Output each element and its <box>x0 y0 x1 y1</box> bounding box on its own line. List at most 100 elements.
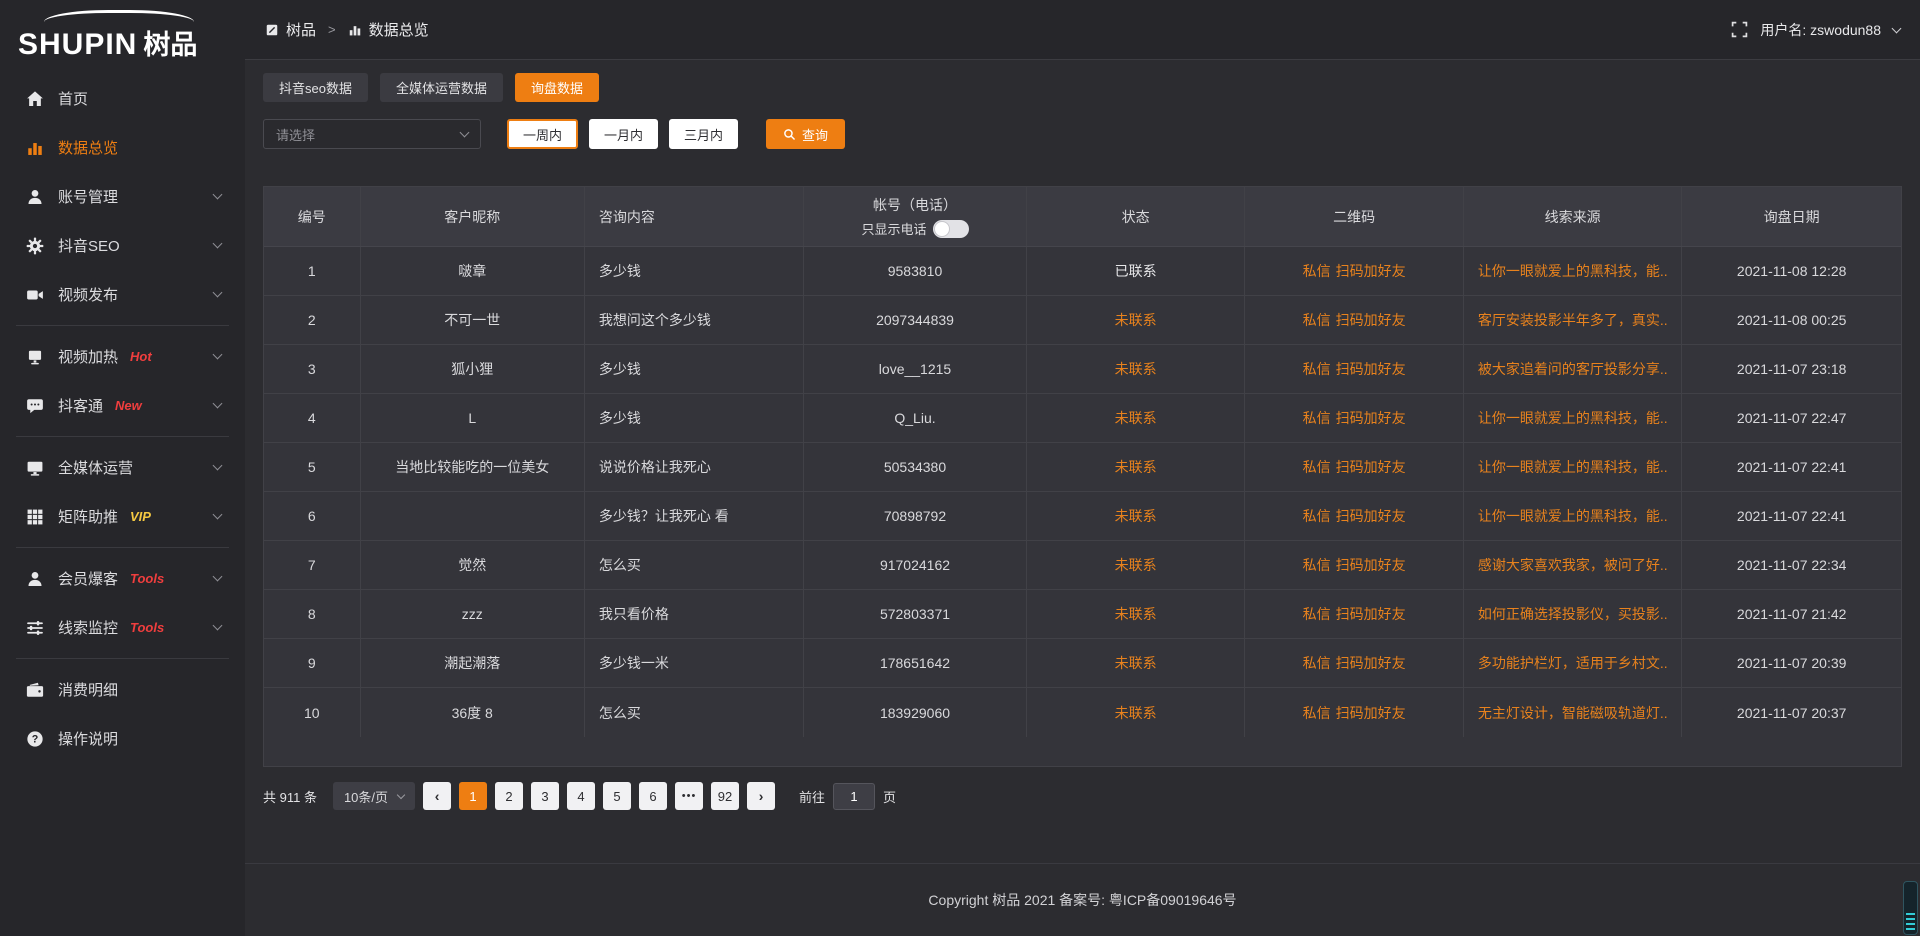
page-button-6[interactable]: 6 <box>639 782 667 810</box>
sidebar-item-user[interactable]: 账号管理 <box>0 172 245 221</box>
cell-source: 感谢大家喜欢我家，被问了好... <box>1464 541 1683 589</box>
sidebar-item-grid[interactable]: 矩阵助推VIP <box>0 492 245 541</box>
private-message-link[interactable]: 私信 <box>1303 703 1331 723</box>
source-link[interactable]: 被大家追着问的客厅投影分享... <box>1478 359 1668 379</box>
sidebar-item-camera[interactable]: 视频发布 <box>0 270 245 319</box>
scan-add-friend-link[interactable]: 扫码加好友 <box>1336 653 1406 673</box>
page-button-1[interactable]: 1 <box>459 782 487 810</box>
cell-account: 917024162 <box>804 541 1027 589</box>
user-icon <box>26 188 44 206</box>
cell-nickname: 啵章 <box>361 247 585 295</box>
scan-add-friend-link[interactable]: 扫码加好友 <box>1336 506 1406 526</box>
sidebar-item-sliders[interactable]: 线索监控Tools <box>0 603 245 652</box>
range-button-2[interactable]: 一月内 <box>589 119 658 149</box>
tab-1[interactable]: 抖音seo数据 <box>263 73 368 102</box>
page-button-3[interactable]: 3 <box>531 782 559 810</box>
cell-nickname: 当地比较能吃的一位美女 <box>361 443 585 491</box>
fullscreen-icon[interactable] <box>1731 21 1748 38</box>
tab-2[interactable]: 全媒体运营数据 <box>380 73 503 102</box>
private-message-link[interactable]: 私信 <box>1303 359 1331 379</box>
cell-source: 多功能护栏灯，适用于乡村文... <box>1464 639 1683 687</box>
sidebar-item-question[interactable]: ?操作说明 <box>0 714 245 763</box>
sidebar-item-monitor-sm[interactable]: 视频加热 Hot <box>0 332 245 381</box>
chevron-down-icon <box>213 399 223 409</box>
private-message-link[interactable]: 私信 <box>1303 653 1331 673</box>
scan-add-friend-link[interactable]: 扫码加好友 <box>1336 310 1406 330</box>
scan-add-friend-link[interactable]: 扫码加好友 <box>1336 261 1406 281</box>
username[interactable]: 用户名: zswodun88 <box>1760 20 1881 40</box>
sidebar-item-badge: Hot <box>130 349 152 364</box>
sidebar-item-gear[interactable]: 抖音SEO <box>0 221 245 270</box>
data-tabs: 抖音seo数据全媒体运营数据询盘数据 <box>263 73 1902 102</box>
scan-add-friend-link[interactable]: 扫码加好友 <box>1336 703 1406 723</box>
private-message-link[interactable]: 私信 <box>1303 555 1331 575</box>
private-message-link[interactable]: 私信 <box>1303 310 1331 330</box>
goto-page-input[interactable] <box>833 783 875 810</box>
cell-account: Q_Liu. <box>804 394 1027 442</box>
page-button-92[interactable]: 92 <box>711 782 739 810</box>
scan-add-friend-link[interactable]: 扫码加好友 <box>1336 408 1406 428</box>
sidebar-item-wallet[interactable]: 消费明细 <box>0 665 245 714</box>
more-pages-button[interactable]: ••• <box>675 782 703 810</box>
cell-nickname <box>361 492 585 540</box>
page-size-select[interactable]: 10条/页 <box>333 782 415 810</box>
breadcrumb-home[interactable]: 树品 <box>286 19 316 40</box>
topbar: 树品 > 数据总览 用户名: zswodun88 <box>245 0 1920 60</box>
filter-select[interactable]: 请选择 <box>263 119 481 149</box>
scan-add-friend-link[interactable]: 扫码加好友 <box>1336 555 1406 575</box>
private-message-link[interactable]: 私信 <box>1303 408 1331 428</box>
source-link[interactable]: 感谢大家喜欢我家，被问了好... <box>1478 555 1668 575</box>
scan-add-friend-link[interactable]: 扫码加好友 <box>1336 604 1406 624</box>
page-button-2[interactable]: 2 <box>495 782 523 810</box>
source-link[interactable]: 如何正确选择投影仪，买投影... <box>1478 604 1668 624</box>
range-button-3[interactable]: 三月内 <box>669 119 738 149</box>
cell-no: 10 <box>264 688 361 737</box>
phone-only-toggle[interactable] <box>933 220 969 238</box>
private-message-link[interactable]: 私信 <box>1303 604 1331 624</box>
page-button-5[interactable]: 5 <box>603 782 631 810</box>
scan-add-friend-link[interactable]: 扫码加好友 <box>1336 359 1406 379</box>
page-button-4[interactable]: 4 <box>567 782 595 810</box>
app-root: SHUPIN 树品 首页数据总览账号管理抖音SEO视频发布视频加热 Hot 抖客通N… <box>0 0 1920 936</box>
source-link[interactable]: 让你一眼就爱上的黑科技，能... <box>1478 261 1668 281</box>
sidebar-item-label: 视频加热 <box>58 346 118 367</box>
main-column: 树品 > 数据总览 用户名: zswodun88 抖音seo数据全媒体运营数据询… <box>245 0 1920 936</box>
cell-no: 4 <box>264 394 361 442</box>
table-row: 7觉然怎么买917024162未联系私信扫码加好友感谢大家喜欢我家，被问了好..… <box>264 541 1901 590</box>
table-body: 1啵章多少钱9583810已联系私信扫码加好友让你一眼就爱上的黑科技，能...2… <box>264 247 1901 737</box>
phone-toggle-label: 只显示电话 <box>861 219 926 238</box>
private-message-link[interactable]: 私信 <box>1303 506 1331 526</box>
sidebar-item-user-solid[interactable]: 会员爆客Tools <box>0 554 245 603</box>
cell-qrcode: 私信扫码加好友 <box>1245 492 1464 540</box>
private-message-link[interactable]: 私信 <box>1303 457 1331 477</box>
scan-add-friend-link[interactable]: 扫码加好友 <box>1336 457 1406 477</box>
private-message-link[interactable]: 私信 <box>1303 261 1331 281</box>
source-link[interactable]: 无主灯设计，智能磁吸轨道灯... <box>1478 703 1668 723</box>
cell-account: 70898792 <box>804 492 1027 540</box>
cell-qrcode: 私信扫码加好友 <box>1245 688 1464 737</box>
source-link[interactable]: 让你一眼就爱上的黑科技，能... <box>1478 506 1668 526</box>
col-source: 线索来源 <box>1464 187 1683 246</box>
source-link[interactable]: 多功能护栏灯，适用于乡村文... <box>1478 653 1668 673</box>
cell-status: 未联系 <box>1027 639 1246 687</box>
sidebar-item-home[interactable]: 首页 <box>0 74 245 123</box>
sidebar-item-chat[interactable]: 抖客通New <box>0 381 245 430</box>
prev-page-button[interactable]: ‹ <box>423 782 451 810</box>
search-button[interactable]: 查询 <box>766 119 845 149</box>
floating-widget[interactable] <box>1903 881 1918 935</box>
cell-content: 怎么买 <box>585 688 804 737</box>
range-button-1[interactable]: 一周内 <box>507 119 578 149</box>
source-link[interactable]: 客厅安装投影半年多了，真实... <box>1478 310 1668 330</box>
logo: SHUPIN 树品 <box>0 0 245 64</box>
source-link[interactable]: 让你一眼就爱上的黑科技，能... <box>1478 408 1668 428</box>
source-link[interactable]: 让你一眼就爱上的黑科技，能... <box>1478 457 1668 477</box>
content: 抖音seo数据全媒体运营数据询盘数据 请选择 一周内一月内三月内 查询 编号 客… <box>245 60 1920 863</box>
next-page-button[interactable]: › <box>747 782 775 810</box>
chevron-down-icon[interactable] <box>1892 23 1902 33</box>
home-icon <box>26 90 44 108</box>
cell-status: 未联系 <box>1027 443 1246 491</box>
sidebar-item-chart[interactable]: 数据总览 <box>0 123 245 172</box>
tab-3[interactable]: 询盘数据 <box>515 73 599 102</box>
table-row: 4L多少钱Q_Liu.未联系私信扫码加好友让你一眼就爱上的黑科技，能...202… <box>264 394 1901 443</box>
sidebar-item-monitor[interactable]: 全媒体运营 <box>0 443 245 492</box>
